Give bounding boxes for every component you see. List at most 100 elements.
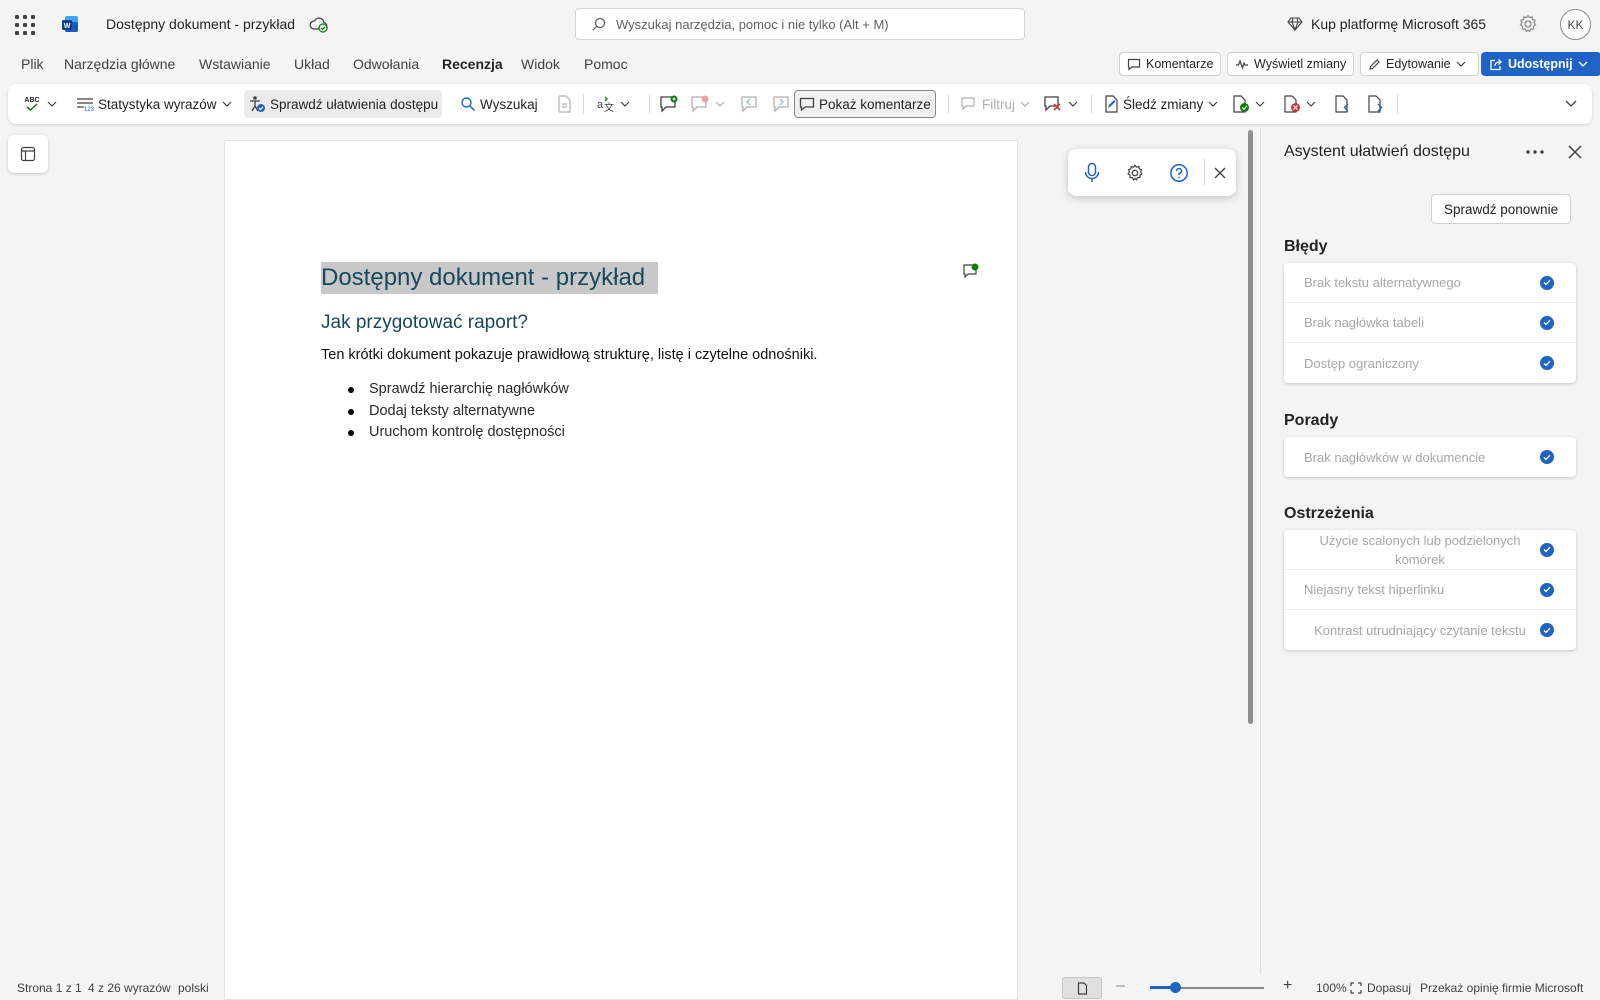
delete-comment-icon (691, 95, 709, 113)
search-input[interactable] (616, 16, 996, 32)
tab-help[interactable]: Pomoc (584, 56, 628, 72)
new-comment-button[interactable] (655, 90, 683, 118)
spelling-check-icon: ABC (24, 97, 40, 112)
fit-button[interactable]: Dopasuj (1367, 981, 1411, 995)
show-changes-button[interactable]: Wyświetl zmiany (1227, 52, 1355, 76)
help-icon[interactable] (1167, 161, 1191, 185)
previous-change-icon (1335, 95, 1349, 113)
list-item[interactable]: Kontrast utrudniający czytanie tekstu (1284, 610, 1576, 650)
close-icon[interactable] (1208, 161, 1232, 185)
tab-file[interactable]: Plik (21, 56, 44, 72)
word-count-icon: 123 (77, 98, 94, 112)
document-title[interactable]: Dostępny dokument - przykład (106, 16, 295, 32)
spelling-button[interactable]: ABC (18, 90, 61, 118)
filter-comments-icon (961, 97, 975, 111)
check-icon (1540, 582, 1554, 597)
chevron-down-icon (715, 101, 725, 107)
tab-view[interactable]: Widok (521, 56, 560, 72)
filter-button[interactable]: Filtruj (956, 90, 1034, 118)
check-icon (1540, 275, 1554, 290)
errors-card: Brak tekstu alternatywnego Brak nagłówka… (1284, 263, 1576, 383)
page-count[interactable]: Strona 1 z 1 (17, 981, 82, 995)
recheck-button[interactable]: Sprawdź ponownie (1431, 194, 1572, 224)
next-comment-button[interactable] (768, 90, 796, 118)
share-button[interactable]: Udostępnij (1481, 52, 1600, 76)
zoom-slider-thumb[interactable] (1170, 982, 1181, 993)
user-avatar[interactable]: KK (1560, 9, 1591, 40)
tab-layout[interactable]: Układ (294, 56, 330, 72)
language-status[interactable]: polski (178, 981, 209, 995)
zoom-in-button[interactable]: + (1283, 977, 1292, 995)
chevron-down-icon (1578, 61, 1588, 67)
comment-indicator-icon[interactable] (962, 263, 980, 279)
dictation-separator (1204, 159, 1205, 185)
check-accessibility-button[interactable]: Sprawdź ułatwienia dostępu (244, 90, 443, 118)
document-page[interactable]: Dostępny dokument - przykład Jak przygot… (224, 140, 1018, 1000)
document-heading-2[interactable]: Jak przygotować raport? (321, 312, 528, 334)
previous-change-button[interactable] (1330, 90, 1356, 118)
word-logo-icon[interactable]: W (60, 14, 80, 34)
show-comments-button[interactable]: Pokaż komentarze (794, 90, 936, 118)
track-changes-button[interactable]: Śledź zmiany (1099, 90, 1222, 118)
tab-references[interactable]: Odwołania (353, 56, 419, 72)
search-icon (461, 97, 476, 112)
zoom-level[interactable]: 100% (1316, 981, 1347, 995)
list-item[interactable]: Uruchom kontrolę dostępności (348, 422, 569, 444)
close-icon[interactable] (1563, 140, 1587, 164)
page-view-button[interactable] (1062, 977, 1102, 999)
accept-change-button[interactable] (1228, 90, 1269, 118)
settings-gear-icon[interactable] (1517, 13, 1539, 35)
fit-to-window-icon[interactable] (1350, 982, 1362, 994)
cloud-saved-icon[interactable] (309, 15, 329, 33)
feedback-link[interactable]: Przekaż opinię firmie Microsoft (1420, 981, 1583, 995)
language-icon: a 文 (597, 96, 614, 113)
comments-button[interactable]: Komentarze (1119, 52, 1222, 76)
document-heading-1[interactable]: Dostępny dokument - przykład (321, 262, 659, 294)
list-item[interactable]: Brak nagłówka tabeli (1284, 303, 1576, 343)
list-item[interactable]: Użycie scalonych lub podzielonych komóre… (1284, 530, 1576, 570)
buy-microsoft-365-link[interactable]: Kup platformę Microsoft 365 (1287, 12, 1486, 36)
tab-insert[interactable]: Wstawianie (199, 56, 271, 72)
list-item[interactable]: Brak tekstu alternatywnego (1284, 263, 1576, 303)
list-item[interactable]: Brak nagłówków w dokumencie (1284, 437, 1576, 477)
dictation-settings-gear-icon[interactable] (1123, 161, 1147, 185)
ribbon-separator (1397, 94, 1398, 114)
translate-document-button[interactable] (552, 90, 576, 118)
show-changes-label: Wyświetl zmiany (1254, 57, 1347, 71)
list-item[interactable]: Sprawdź hierarchię nagłówków (348, 379, 569, 401)
word-count-status[interactable]: 4 z 26 wyrazów (88, 981, 171, 995)
chevron-down-icon (1020, 101, 1030, 107)
previous-comment-button[interactable] (736, 90, 764, 118)
next-comment-icon (773, 96, 789, 113)
tab-review[interactable]: Recenzja (442, 56, 503, 72)
document-paragraph[interactable]: Ten krótki dokument pokazuje prawidłową … (321, 347, 817, 363)
reject-change-button[interactable] (1279, 90, 1320, 118)
check-icon (1540, 623, 1554, 637)
editing-label: Edytowanie (1386, 57, 1451, 71)
navigation-pane-button[interactable] (8, 135, 48, 173)
search-box[interactable] (575, 8, 1025, 40)
app-launcher-icon[interactable] (14, 14, 35, 35)
tips-heading: Porady (1284, 412, 1339, 429)
more-options-icon[interactable] (1523, 140, 1547, 164)
microphone-icon[interactable] (1080, 161, 1104, 185)
list-item[interactable]: Dostęp ograniczony (1284, 343, 1576, 383)
ribbon-expand-button[interactable] (1561, 90, 1581, 118)
document-scrollbar[interactable] (1248, 130, 1253, 724)
zoom-out-button[interactable]: – (1116, 977, 1125, 995)
tab-home[interactable]: Narzędzia główne (64, 56, 175, 72)
word-count-button[interactable]: 123 Statystyka wyrazów (72, 90, 236, 118)
comment-markup-button[interactable] (1039, 90, 1082, 118)
pencil-icon (1369, 58, 1380, 70)
list-item[interactable]: Dodaj teksty alternatywne (348, 401, 569, 423)
accessibility-check-icon (250, 96, 265, 112)
check-icon (1540, 450, 1554, 464)
editing-mode-button[interactable]: Edytowanie (1360, 52, 1479, 76)
delete-comment-button[interactable] (686, 90, 729, 118)
language-button[interactable]: a 文 (591, 90, 634, 118)
next-change-button[interactable] (1363, 90, 1389, 118)
issue-label: Użycie scalonych lub podzielonych komóre… (1319, 532, 1521, 567)
search-button[interactable]: Wyszukaj (456, 90, 542, 118)
list-item[interactable]: Niejasny tekst hiperlinku (1284, 570, 1576, 610)
buy-365-label: Kup platformę Microsoft 365 (1311, 16, 1487, 32)
